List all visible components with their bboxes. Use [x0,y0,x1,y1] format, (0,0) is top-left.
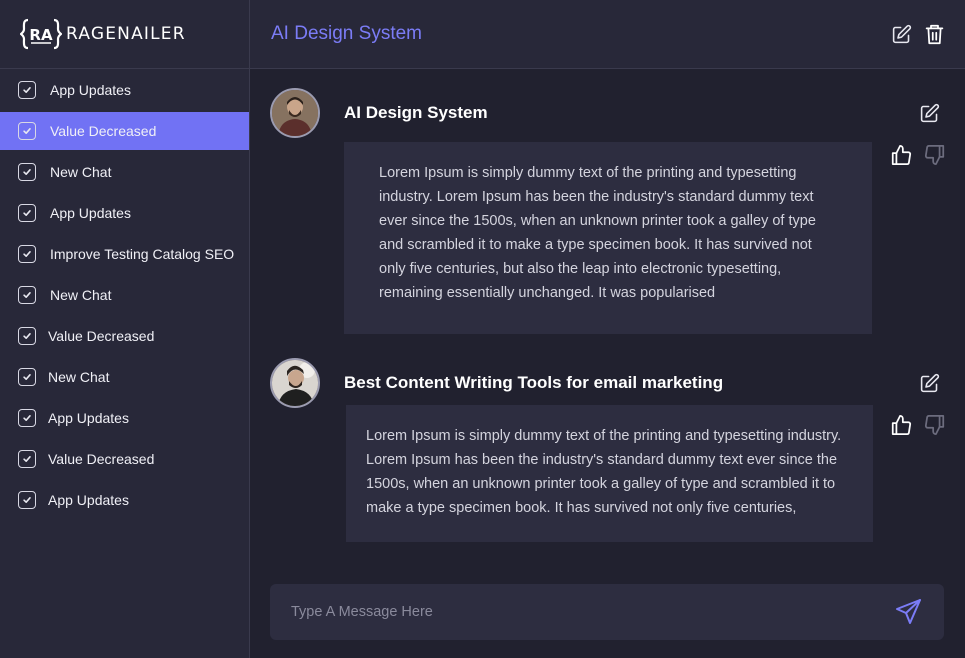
checkbox-icon [18,80,36,99]
sidebar-item-label: Value Decreased [48,450,155,467]
message-input[interactable] [291,604,851,620]
avatar [270,88,320,138]
thumbs-down-icon[interactable] [924,143,946,167]
sidebar-item[interactable]: App Updates [0,192,249,233]
checkbox-icon [18,244,36,263]
sidebar: RA RAGENAILER App Updates Value Decreased… [0,0,250,658]
logo: RA RAGENAILER [0,0,249,69]
sidebar-item[interactable]: App Updates [0,69,249,110]
checkbox-icon [18,408,36,427]
checkbox-icon [18,326,36,345]
sidebar-item-label: Value Decreased [50,123,157,139]
sidebar-item[interactable]: New Chat [0,151,249,192]
chat-message: AI Design System Lorem Ipsum is simply d… [270,88,950,338]
edit-icon[interactable] [890,22,912,46]
avatar [270,358,320,408]
sidebar-item-label: New Chat [48,368,110,385]
sidebar-item[interactable]: Value Decreased [0,112,249,150]
thumbs-down-icon[interactable] [924,413,946,437]
message-title: Best Content Writing Tools for email mar… [344,373,724,392]
sidebar-item[interactable]: Value Decreased [0,438,249,479]
thumbs-up-icon[interactable] [890,413,912,437]
sidebar-item-label: New Chat [50,163,112,180]
sidebar-item-label: App Updates [48,491,129,508]
edit-icon[interactable] [918,371,940,395]
trash-icon[interactable] [923,22,945,46]
logo-mark-icon: RA [20,16,62,52]
sidebar-item-label: App Updates [50,81,131,98]
chat-history-list: App Updates Value Decreased New Chat App Up… [0,69,249,520]
sidebar-item[interactable]: Improve Testing Catalog SEO [0,233,249,274]
svg-text:RA: RA [29,26,53,44]
checkbox-icon [18,203,36,222]
page-title: AI Design System [271,23,422,44]
edit-icon[interactable] [918,101,940,125]
sidebar-item[interactable]: App Updates [0,397,249,438]
sidebar-item[interactable]: New Chat [0,356,249,397]
sidebar-item-label: New Chat [50,286,112,303]
send-icon[interactable] [894,598,922,631]
sidebar-item-label: App Updates [50,204,131,221]
checkbox-icon [18,285,36,304]
brand-name: RAGENAILER [66,24,186,44]
sidebar-item[interactable]: Value Decreased [0,315,249,356]
message-body: Lorem Ipsum is simply dummy text of the … [346,405,873,542]
sidebar-item[interactable]: App Updates [0,479,249,520]
header: AI Design System [250,0,965,69]
sidebar-item-label: Improve Testing Catalog SEO [50,245,235,262]
message-body: Lorem Ipsum is simply dummy text of the … [344,142,872,334]
chat-message: Best Content Writing Tools for email mar… [270,358,950,548]
message-title: AI Design System [344,103,488,122]
checkbox-icon [18,122,36,140]
checkbox-icon [18,449,36,468]
sidebar-item-label: App Updates [48,409,129,426]
checkbox-icon [18,367,36,386]
checkbox-icon [18,490,36,509]
message-composer [270,584,944,640]
sidebar-item-label: Value Decreased [48,327,155,344]
checkbox-icon [18,162,36,181]
sidebar-item[interactable]: New Chat [0,274,249,315]
thumbs-up-icon[interactable] [890,143,912,167]
